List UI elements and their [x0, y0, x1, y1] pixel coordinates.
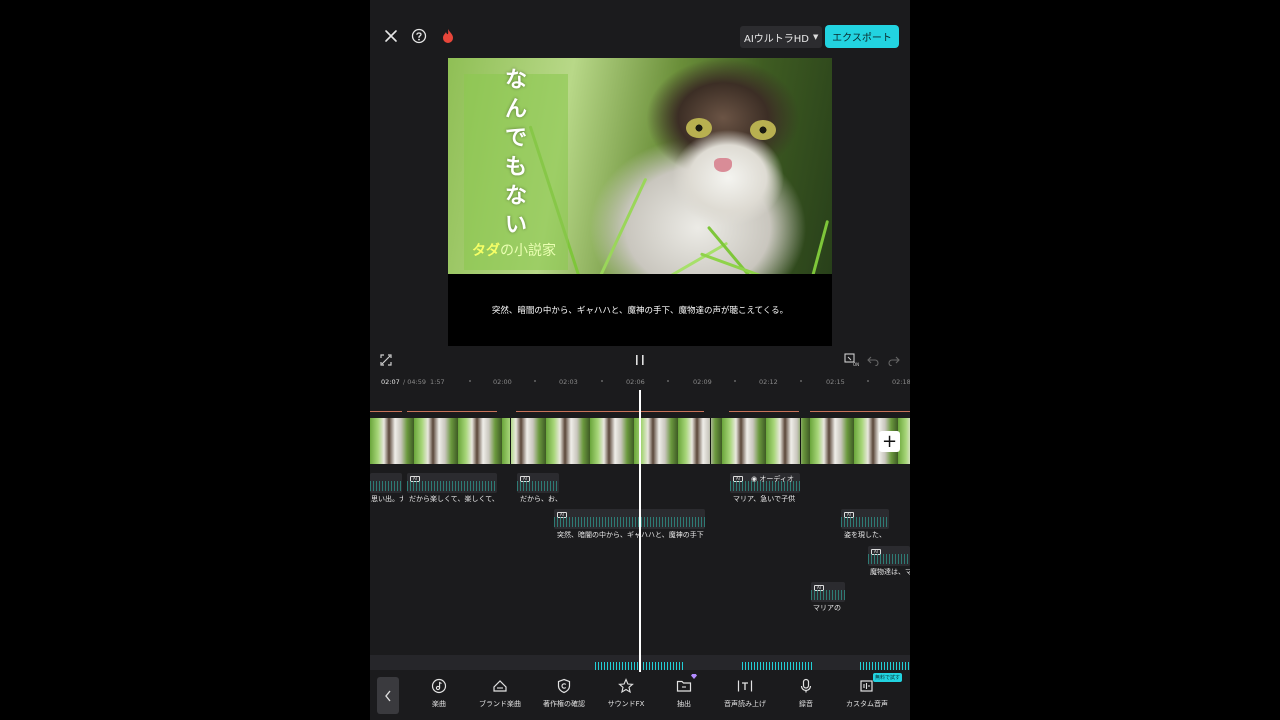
- tool-label: サウンドFX: [607, 700, 645, 708]
- total-time: / 04:59: [403, 378, 426, 386]
- subtitle-caption: 突然、暗闇の中から、ギャハハと、魔神の手下、魔物達の声が聴こえてくる。: [491, 306, 789, 316]
- audio-clip-label: 突然、暗闇の中から、ギャハハと、魔神の手下: [557, 531, 704, 539]
- quality-select[interactable]: AIウルトラHD ▼: [740, 26, 823, 48]
- tool-label: 抽出: [677, 700, 691, 708]
- tool-label: 録音: [799, 700, 813, 708]
- ruler-tick: 02:15: [826, 378, 845, 386]
- audio-toolbar: 楽曲 ブランド楽曲 著作権の確認 サウンドFX 抽出 音声読み上げ 録音 カスタ…: [370, 672, 910, 720]
- audio-clip[interactable]: AI: [841, 509, 889, 529]
- cat-photo: なんでもない タダの小説家: [448, 58, 832, 274]
- fullscreen-icon[interactable]: [379, 353, 393, 367]
- caret-down-icon: ▼: [813, 33, 819, 41]
- tool-extract[interactable]: 抽出: [651, 678, 717, 716]
- keyframe-on-icon[interactable]: ON: [844, 353, 860, 367]
- back-button[interactable]: [377, 677, 399, 714]
- tool-brand-music[interactable]: ブランド楽曲: [467, 678, 533, 716]
- audio-clip-label: 姿を現した、: [844, 531, 886, 539]
- ruler-tick: 02:18: [892, 378, 910, 386]
- tool-copyright-check[interactable]: 著作権の確認: [531, 678, 597, 716]
- tool-label: 音声読み上げ: [724, 700, 766, 708]
- tool-label: 著作権の確認: [543, 700, 585, 708]
- audio-clip[interactable]: AI: [554, 509, 705, 529]
- audio-clip[interactable]: [370, 473, 402, 493]
- time-ruler[interactable]: 02:07 / 04:59 1:57 02:00 02:03 02:06 02:…: [370, 374, 910, 390]
- video-preview[interactable]: なんでもない タダの小説家 突然、暗闇の中から、ギャハハと、魔神の手下、魔物達の…: [448, 58, 832, 346]
- title-overlay-text: なんでもない: [504, 68, 527, 238]
- help-icon[interactable]: [409, 26, 429, 46]
- tool-record[interactable]: 録音: [773, 678, 839, 716]
- current-time: 02:07: [381, 378, 400, 386]
- ruler-tick: 02:00: [493, 378, 512, 386]
- ruler-tick: 02:12: [759, 378, 778, 386]
- chevron-left-icon: [385, 690, 391, 701]
- credit-suffix: の小説家: [500, 243, 556, 259]
- audio-clip-label: マリア、急いで子供: [733, 495, 796, 503]
- audio-clip-label: だから楽しくて、楽しくて、: [409, 495, 499, 503]
- star-fx-icon: [618, 678, 634, 694]
- eye-icon: ◉: [751, 475, 758, 483]
- tool-text-to-speech[interactable]: 音声読み上げ: [712, 678, 778, 716]
- ruler-tick: 1:57: [430, 378, 445, 386]
- audio-clip-label: 魔物達は、マ: [870, 568, 910, 576]
- ruler-tick: 02:09: [693, 378, 712, 386]
- folder-extract-icon: [676, 678, 692, 694]
- close-icon[interactable]: [381, 26, 401, 46]
- tool-sound-fx[interactable]: サウンドFX: [593, 678, 659, 716]
- text-to-speech-icon: [737, 678, 753, 694]
- tool-label: 楽曲: [432, 700, 446, 708]
- undo-icon[interactable]: [866, 353, 880, 367]
- tool-music[interactable]: 楽曲: [406, 678, 472, 716]
- export-button[interactable]: エクスポート: [825, 25, 899, 48]
- music-note-icon: [431, 678, 447, 694]
- tool-custom-voice[interactable]: カスタム音声: [834, 678, 900, 716]
- audio-clip-label: だから、お、: [520, 495, 562, 503]
- quality-label: AIウルトラHD: [744, 33, 810, 45]
- ruler-tick: 02:06: [626, 378, 645, 386]
- brand-music-icon: [492, 678, 508, 694]
- audio-clip[interactable]: AI: [517, 473, 559, 493]
- flame-icon[interactable]: [438, 26, 458, 46]
- audio-clip[interactable]: AI: [407, 473, 497, 493]
- svg-text:ON: ON: [853, 362, 859, 367]
- pause-icon[interactable]: [632, 353, 648, 367]
- tool-label: カスタム音声: [846, 700, 888, 708]
- audio-clip-label: マリアの: [813, 604, 841, 612]
- ruler-tick: 02:03: [559, 378, 578, 386]
- copyright-shield-icon: [556, 678, 572, 694]
- audio-clip-label: 思い出。ナ: [371, 495, 403, 503]
- add-clip-button[interactable]: +: [879, 431, 900, 452]
- playhead[interactable]: [639, 390, 641, 672]
- microphone-icon: [798, 678, 814, 694]
- audio-clip[interactable]: AI: [868, 546, 910, 566]
- title-credit: タダの小説家: [472, 240, 556, 260]
- credit-prefix: タダ: [472, 243, 500, 259]
- free-trial-badge: 無料で試す: [873, 673, 903, 682]
- redo-icon[interactable]: [887, 353, 901, 367]
- audio-track-name: ◉ オーディオ: [751, 475, 794, 483]
- tool-label: ブランド楽曲: [479, 700, 521, 708]
- editor-screen: AIウルトラHD ▼ エクスポート なんでもない タダの小説家 突然、暗闇の中か…: [370, 0, 910, 720]
- audio-clip[interactable]: AI: [811, 582, 845, 602]
